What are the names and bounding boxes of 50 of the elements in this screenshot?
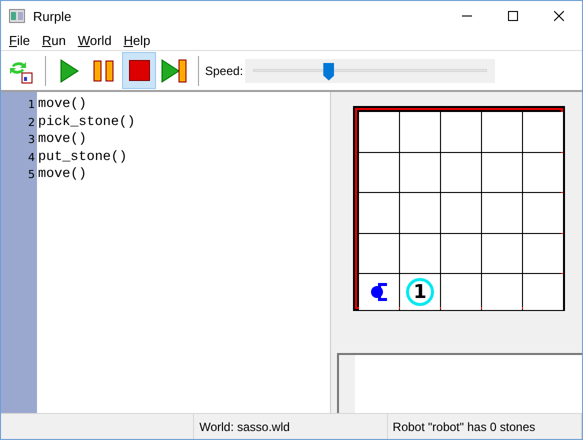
speed-slider[interactable] xyxy=(245,58,496,82)
robot-icon xyxy=(370,281,388,304)
menu-item[interactable]: File xyxy=(3,31,36,50)
code-line: put_stone() xyxy=(37,148,128,166)
menu-item[interactable]: Help xyxy=(118,31,156,50)
grid-cell xyxy=(482,274,522,310)
code-line: move() xyxy=(37,131,88,148)
grid-cell xyxy=(441,193,481,233)
maximize-icon xyxy=(508,11,518,21)
speed-label: Speed: xyxy=(205,64,244,78)
grid-cell xyxy=(482,193,522,233)
grid-cell xyxy=(523,193,563,233)
code-line: pick_stone() xyxy=(37,114,136,131)
play-icon xyxy=(59,58,79,82)
status-text: World: sasso.wld xyxy=(199,420,290,434)
line-number: 5 xyxy=(27,167,36,183)
grid-cell xyxy=(441,152,481,192)
line-number: 4 xyxy=(27,150,36,166)
stop-button[interactable] xyxy=(122,52,156,89)
close-icon xyxy=(554,11,564,21)
line-number: 3 xyxy=(27,132,36,148)
stop-icon xyxy=(128,60,150,81)
app-icon xyxy=(9,9,25,23)
window-title: Rurple xyxy=(33,8,72,24)
grid-cell xyxy=(523,152,563,192)
grid-cell xyxy=(400,152,440,192)
grid-cell xyxy=(441,112,481,152)
menu-item[interactable]: World xyxy=(72,31,118,50)
grid-cell xyxy=(400,193,440,233)
grid-cell xyxy=(400,112,440,152)
line-number: 1 xyxy=(27,97,36,113)
grid-cell xyxy=(482,152,522,192)
menu-item[interactable]: Run xyxy=(36,31,72,50)
grid-cell xyxy=(441,234,481,274)
pause-icon xyxy=(93,60,115,82)
grid-cell xyxy=(523,274,563,310)
grid-cell xyxy=(359,193,399,233)
grid-cell xyxy=(482,234,522,274)
step-icon xyxy=(161,58,187,82)
grid-cell xyxy=(359,112,399,152)
grid-cell xyxy=(523,234,563,274)
code-line: move() xyxy=(37,166,88,184)
status-text: Robot "robot" has 0 stones xyxy=(392,420,536,434)
code-line: move() xyxy=(37,96,88,114)
grid-cell xyxy=(523,112,563,152)
stone-count: 1 xyxy=(406,278,434,306)
grid-cell xyxy=(482,112,522,152)
line-number: 2 xyxy=(27,114,36,130)
grid-cell xyxy=(359,152,399,192)
slider-thumb[interactable] xyxy=(323,62,334,80)
